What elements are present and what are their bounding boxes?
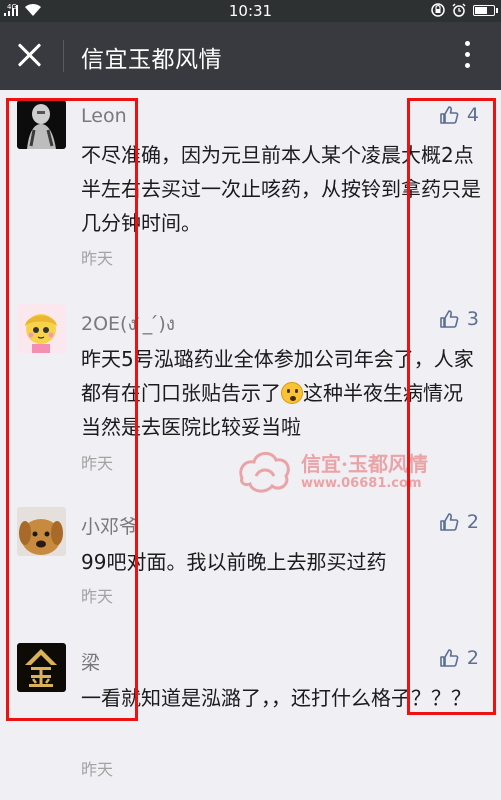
- annotation-box-left: [6, 98, 138, 721]
- battery-icon: [473, 4, 498, 16]
- status-bar: 4G 10:31: [0, 0, 501, 22]
- title-bar: 信宜玉都风情: [0, 22, 501, 90]
- title-divider: [63, 40, 64, 72]
- lock-rotation-icon: [431, 3, 445, 17]
- annotation-box-right: [407, 98, 496, 715]
- close-icon[interactable]: [14, 39, 46, 71]
- comment-date: 昨天: [81, 760, 114, 779]
- status-time: 10:31: [228, 2, 273, 20]
- watermark-logo-icon: [239, 452, 290, 493]
- scared-face-emoji-icon: [281, 382, 303, 404]
- page-title: 信宜玉都风情: [81, 47, 222, 73]
- more-options-icon[interactable]: [465, 41, 471, 71]
- status-right: [431, 3, 498, 17]
- watermark-url: www.06681.com: [301, 476, 422, 491]
- alarm-icon: [452, 3, 466, 17]
